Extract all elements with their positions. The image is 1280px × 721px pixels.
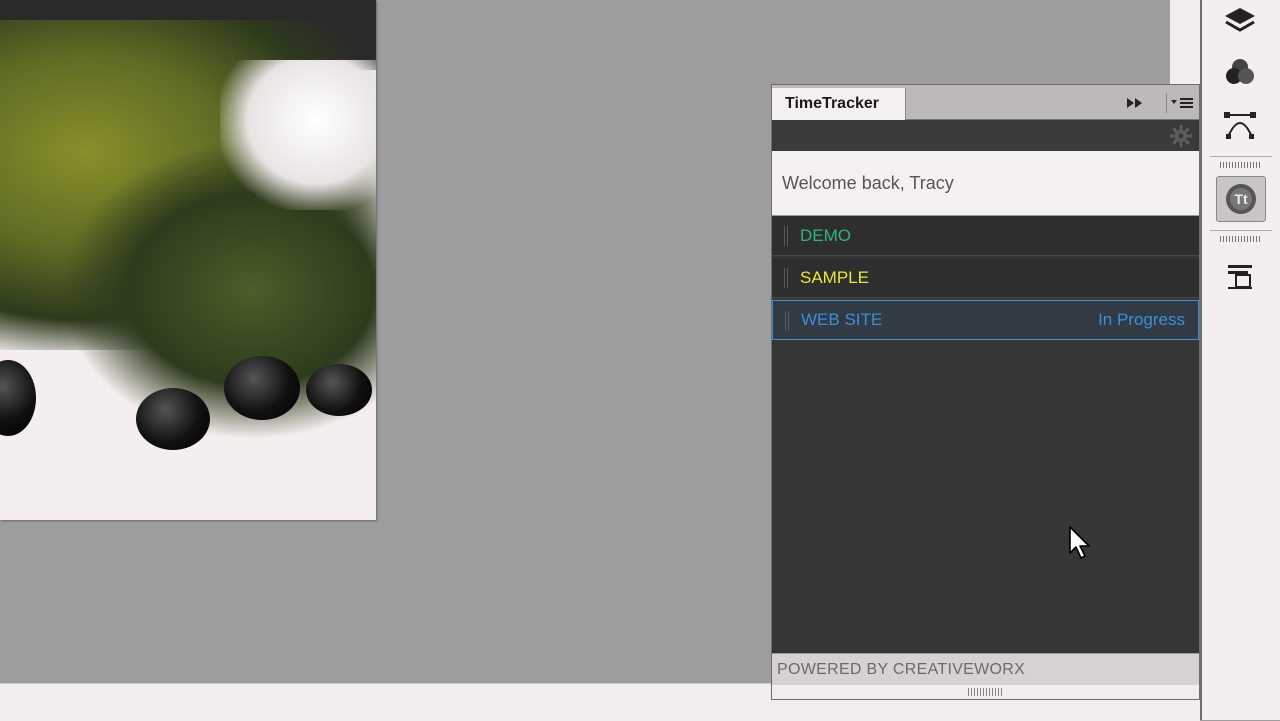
panel-menu-icon[interactable]	[1166, 93, 1197, 113]
properties-icon[interactable]	[1220, 256, 1260, 296]
project-name: SAMPLE	[800, 267, 869, 287]
canvas-image	[0, 0, 376, 520]
panel-tab-bar: TimeTracker	[772, 85, 1199, 120]
project-name: WEB SITE	[801, 310, 883, 329]
panel-footer: POWERED BY CREATIVEWORX	[772, 653, 1199, 685]
timetracker-panel: TimeTracker Welcome back, Tracy DEMO SAM…	[771, 84, 1200, 700]
panel-toolbar	[772, 120, 1199, 151]
project-row-demo[interactable]: DEMO	[772, 216, 1199, 256]
timetracker-icon[interactable]: Tt	[1216, 176, 1266, 222]
svg-text:Tt: Tt	[1234, 191, 1248, 207]
panel-tab-timetracker[interactable]: TimeTracker	[772, 88, 906, 120]
collapse-icon[interactable]	[1124, 93, 1146, 113]
welcome-message: Welcome back, Tracy	[772, 151, 1199, 216]
project-row-sample[interactable]: SAMPLE	[772, 258, 1199, 298]
layers-icon[interactable]	[1220, 2, 1260, 42]
project-status: In Progress	[1098, 310, 1185, 329]
project-row-web-site[interactable]: WEB SITE In Progress	[772, 300, 1199, 340]
gear-icon[interactable]	[1169, 124, 1193, 148]
mouse-cursor-icon	[1068, 525, 1092, 566]
project-name: DEMO	[800, 225, 851, 245]
project-list: DEMO SAMPLE WEB SITE In Progress	[772, 216, 1199, 342]
paths-icon[interactable]	[1220, 104, 1260, 144]
drag-handle-icon[interactable]	[784, 226, 788, 246]
panel-resize-grip[interactable]	[772, 685, 1199, 699]
channels-icon[interactable]	[1220, 52, 1260, 92]
dock-grip[interactable]	[1220, 162, 1260, 168]
tool-dock: Tt	[1200, 0, 1280, 720]
drag-handle-icon[interactable]	[784, 268, 788, 288]
drag-handle-icon[interactable]	[785, 311, 789, 331]
dock-grip[interactable]	[1220, 236, 1260, 242]
